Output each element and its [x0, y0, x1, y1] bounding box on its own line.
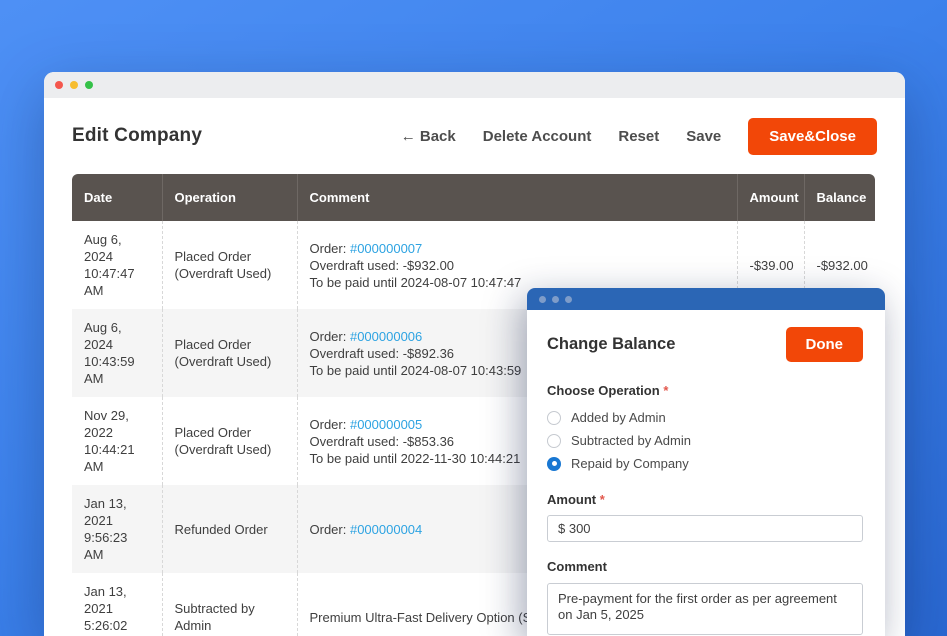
- save-and-close-button[interactable]: Save&Close: [748, 118, 877, 155]
- done-button[interactable]: Done: [786, 327, 864, 362]
- table-header: Date Operation Comment Amount Balance: [72, 174, 875, 221]
- cell-operation: Placed Order (Overdraft Used): [162, 397, 297, 485]
- traffic-light-minimize-icon[interactable]: [70, 81, 78, 89]
- radio-option-added-by-admin[interactable]: Added by Admin: [547, 406, 863, 429]
- modal-title: Change Balance: [547, 335, 675, 354]
- reset-button[interactable]: Reset: [618, 128, 659, 145]
- operation-radio-group: Added by Admin Subtracted by Admin Repaid …: [547, 406, 863, 475]
- save-button[interactable]: Save: [686, 128, 721, 145]
- radio-option-repaid-by-company[interactable]: Repaid by Company: [547, 452, 863, 475]
- radio-unselected-icon[interactable]: [547, 411, 561, 425]
- choose-operation-label: Choose Operation *: [547, 383, 863, 398]
- order-link[interactable]: #000000007: [350, 241, 422, 256]
- comment-label: Comment: [547, 559, 863, 574]
- radio-option-label: Repaid by Company: [571, 456, 689, 471]
- cell-date: Nov 29, 202210:44:21 AM: [72, 397, 162, 485]
- order-link[interactable]: #000000005: [350, 417, 422, 432]
- radio-unselected-icon[interactable]: [547, 434, 561, 448]
- modal-window-dot-icon: [552, 296, 559, 303]
- amount-label: Amount *: [547, 492, 863, 507]
- order-link[interactable]: #000000006: [350, 329, 422, 344]
- cell-date: Aug 6, 202410:43:59 AM: [72, 309, 162, 397]
- column-header-date[interactable]: Date: [72, 174, 162, 221]
- cell-operation: Refunded Order: [162, 485, 297, 573]
- modal-titlebar: [527, 288, 885, 310]
- amount-input[interactable]: [547, 515, 863, 542]
- order-link[interactable]: #000000004: [350, 522, 422, 537]
- page-header: Edit Company ← Back Delete Account Reset…: [44, 114, 905, 158]
- traffic-light-close-icon[interactable]: [55, 81, 63, 89]
- cell-operation: Placed Order (Overdraft Used): [162, 309, 297, 397]
- page-title: Edit Company: [72, 125, 202, 147]
- column-header-amount[interactable]: Amount: [737, 174, 804, 221]
- arrow-left-icon: ←: [401, 128, 416, 145]
- cell-date: Aug 6, 202410:47:47 AM: [72, 221, 162, 309]
- required-asterisk: *: [600, 492, 605, 507]
- traffic-light-maximize-icon[interactable]: [85, 81, 93, 89]
- required-asterisk: *: [663, 383, 668, 398]
- cell-date: Jan 13, 20215:26:02 AM: [72, 573, 162, 636]
- radio-option-label: Added by Admin: [571, 410, 666, 425]
- change-balance-modal: Change Balance Done Choose Operation * A…: [527, 288, 885, 636]
- column-header-comment[interactable]: Comment: [297, 174, 737, 221]
- cell-operation: Subtracted by Admin: [162, 573, 297, 636]
- radio-selected-icon[interactable]: [547, 457, 561, 471]
- column-header-balance[interactable]: Balance: [804, 174, 875, 221]
- modal-window-dot-icon: [539, 296, 546, 303]
- back-button[interactable]: ← Back: [401, 128, 456, 145]
- column-header-operation[interactable]: Operation: [162, 174, 297, 221]
- modal-window-dot-icon: [565, 296, 572, 303]
- delete-account-button[interactable]: Delete Account: [483, 128, 592, 145]
- radio-option-subtracted-by-admin[interactable]: Subtracted by Admin: [547, 429, 863, 452]
- comment-textarea[interactable]: Pre-payment for the first order as per a…: [547, 583, 863, 635]
- cell-date: Jan 13, 20219:56:23 AM: [72, 485, 162, 573]
- window-titlebar: [44, 72, 905, 98]
- cell-operation: Placed Order (Overdraft Used): [162, 221, 297, 309]
- radio-option-label: Subtracted by Admin: [571, 433, 691, 448]
- header-actions: ← Back Delete Account Reset Save Save&Cl…: [401, 118, 877, 155]
